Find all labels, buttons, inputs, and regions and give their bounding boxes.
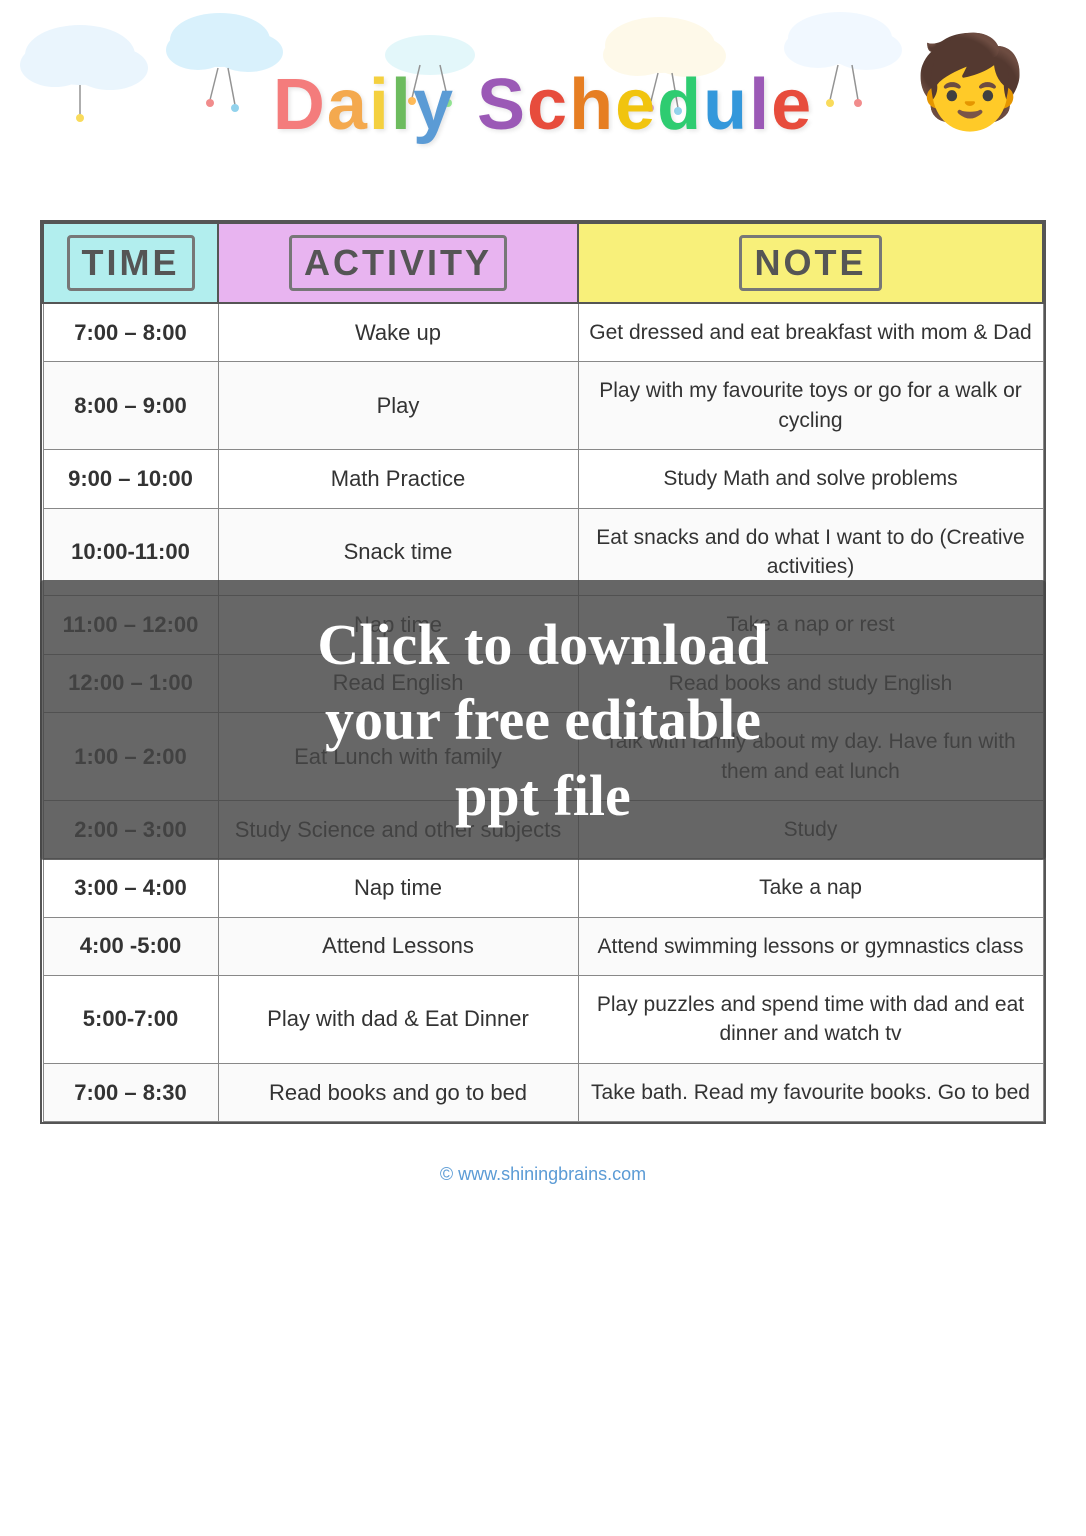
table-row: 7:00 – 8:00Wake upGet dressed and eat br… xyxy=(43,303,1043,362)
note-cell: Study Math and solve problems xyxy=(578,450,1043,508)
activity-cell: Attend Lessons xyxy=(218,917,578,975)
table-header-row: TIME ACTIVITY NOTE xyxy=(43,223,1043,303)
watermark-text: Click to download your free editable ppt… xyxy=(317,607,768,833)
table-row: 4:00 -5:00Attend LessonsAttend swimming … xyxy=(43,917,1043,975)
table-row: 9:00 – 10:00Math PracticeStudy Math and … xyxy=(43,450,1043,508)
table-row: 7:00 – 8:30Read books and go to bedTake … xyxy=(43,1063,1043,1121)
table-row: 8:00 – 9:00PlayPlay with my favourite to… xyxy=(43,362,1043,450)
note-cell: Play puzzles and spend time with dad and… xyxy=(578,976,1043,1064)
activity-cell: Read books and go to bed xyxy=(218,1063,578,1121)
time-cell: 3:00 – 4:00 xyxy=(43,859,218,917)
activity-cell: Nap time xyxy=(218,859,578,917)
header-area: Daily Schedule 🧒 xyxy=(0,0,1086,210)
table-row: 5:00-7:00Play with dad & Eat DinnerPlay … xyxy=(43,976,1043,1064)
time-cell: 9:00 – 10:00 xyxy=(43,450,218,508)
footer: © www.shiningbrains.com xyxy=(0,1154,1086,1195)
activity-cell: Play xyxy=(218,362,578,450)
time-cell: 7:00 – 8:00 xyxy=(43,303,218,362)
activity-column-header: ACTIVITY xyxy=(218,223,578,303)
time-cell: 8:00 – 9:00 xyxy=(43,362,218,450)
time-cell: 4:00 -5:00 xyxy=(43,917,218,975)
footer-text: © www.shiningbrains.com xyxy=(440,1164,646,1184)
note-cell: Play with my favourite toys or go for a … xyxy=(578,362,1043,450)
note-cell: Take bath. Read my favourite books. Go t… xyxy=(578,1063,1043,1121)
time-cell: 7:00 – 8:30 xyxy=(43,1063,218,1121)
page-title: Daily Schedule xyxy=(273,69,813,141)
activity-cell: Wake up xyxy=(218,303,578,362)
table-row: 3:00 – 4:00Nap timeTake a nap xyxy=(43,859,1043,917)
note-column-header: NOTE xyxy=(578,223,1043,303)
time-cell: 5:00-7:00 xyxy=(43,976,218,1064)
time-column-header: TIME xyxy=(43,223,218,303)
girl-decoration: 🧒 xyxy=(914,30,1026,135)
note-cell: Attend swimming lessons or gymnastics cl… xyxy=(578,917,1043,975)
note-cell: Get dressed and eat breakfast with mom &… xyxy=(578,303,1043,362)
activity-cell: Play with dad & Eat Dinner xyxy=(218,976,578,1064)
activity-cell: Math Practice xyxy=(218,450,578,508)
note-cell: Take a nap xyxy=(578,859,1043,917)
watermark-overlay[interactable]: Click to download your free editable ppt… xyxy=(40,580,1046,860)
